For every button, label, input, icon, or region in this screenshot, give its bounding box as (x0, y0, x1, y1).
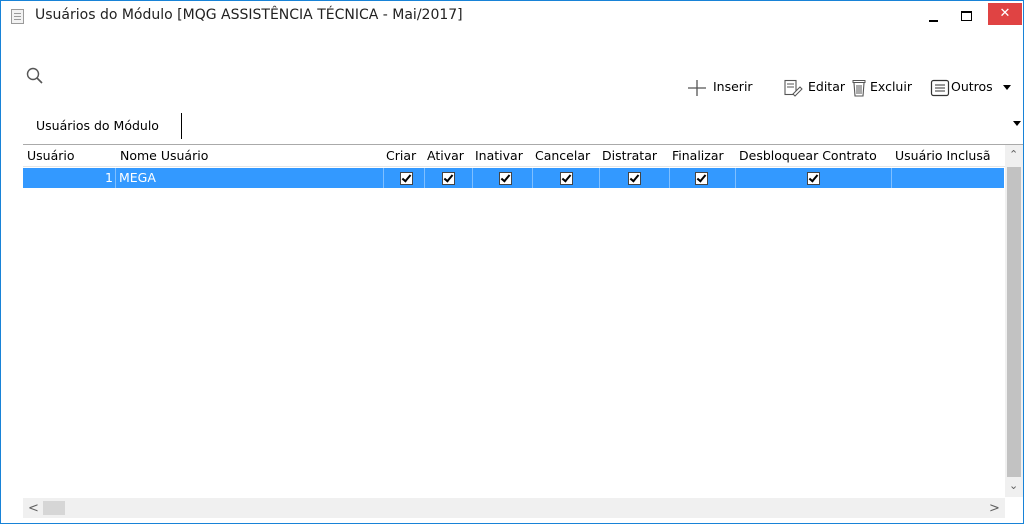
others-button[interactable]: Outros (951, 77, 993, 97)
checkbox-inativar[interactable] (499, 172, 512, 185)
header-distratar[interactable]: Distratar (602, 148, 657, 163)
header-criar[interactable]: Criar (386, 148, 416, 163)
cell-nome: MEGA (119, 170, 156, 185)
delete-label: Excluir (870, 79, 912, 94)
header-finalizar[interactable]: Finalizar (672, 148, 724, 163)
close-button[interactable]: ✕ (988, 3, 1022, 25)
cell-usuario: 1 (105, 170, 113, 185)
horizontal-scrollbar[interactable]: < > (23, 498, 1005, 518)
search-icon (26, 67, 43, 84)
scroll-down-icon[interactable]: ⌄ (1009, 479, 1018, 492)
tab-label: Usuários do Módulo (36, 118, 159, 133)
tab-dropdown-icon[interactable] (1013, 121, 1021, 126)
grid-header: Usuário Nome Usuário Criar Ativar Inativ… (23, 145, 1005, 167)
checkbox-finalizar[interactable] (695, 172, 708, 185)
insert-label: Inserir (713, 79, 753, 94)
plus-icon (688, 80, 706, 96)
title-bar[interactable]: Usuários do Módulo [MQG ASSISTÊNCIA TÉCN… (1, 1, 1023, 31)
vertical-scroll-thumb[interactable] (1007, 167, 1021, 477)
window-icon (11, 9, 24, 24)
scroll-up-icon[interactable]: ⌃ (1009, 148, 1018, 161)
maximize-button[interactable] (951, 1, 981, 31)
list-icon (930, 79, 950, 97)
header-usuario[interactable]: Usuário (27, 148, 75, 163)
scroll-right-icon[interactable]: > (989, 501, 1000, 516)
checkbox-distratar[interactable] (628, 172, 641, 185)
edit-label: Editar (808, 79, 846, 94)
checkbox-ativar[interactable] (442, 172, 455, 185)
chevron-down-icon (1003, 85, 1011, 90)
edit-icon (784, 79, 803, 97)
search-button[interactable] (22, 63, 50, 91)
vertical-scrollbar[interactable]: ⌃ ⌄ (1005, 145, 1023, 497)
horizontal-scroll-thumb[interactable] (43, 501, 65, 515)
header-cancelar[interactable]: Cancelar (535, 148, 590, 163)
checkbox-criar[interactable] (400, 172, 413, 185)
users-grid: Usuário Nome Usuário Criar Ativar Inativ… (23, 144, 1023, 520)
table-row[interactable]: 1 MEGA (23, 168, 1004, 188)
others-label: Outros (951, 79, 993, 94)
insert-button[interactable]: Inserir (713, 77, 753, 97)
tab-module-users[interactable]: Usuários do Módulo (25, 113, 182, 139)
edit-button[interactable]: Editar (808, 77, 845, 97)
scroll-left-icon[interactable]: < (28, 501, 39, 516)
window-title: Usuários do Módulo [MQG ASSISTÊNCIA TÉCN… (35, 7, 463, 23)
header-ativar[interactable]: Ativar (427, 148, 464, 163)
header-usuario-inclusao[interactable]: Usuário Inclusã (895, 148, 991, 163)
header-desbloquear-contrato[interactable]: Desbloquear Contrato (739, 148, 877, 163)
checkbox-desbloquear-contrato[interactable] (807, 172, 820, 185)
header-inativar[interactable]: Inativar (475, 148, 523, 163)
checkbox-cancelar[interactable] (560, 172, 573, 185)
module-users-window: Usuários do Módulo [MQG ASSISTÊNCIA TÉCN… (0, 0, 1024, 524)
header-nome-usuario[interactable]: Nome Usuário (120, 148, 208, 163)
delete-button[interactable]: Excluir (870, 77, 912, 97)
trash-icon (852, 80, 866, 97)
minimize-button[interactable] (919, 1, 949, 31)
